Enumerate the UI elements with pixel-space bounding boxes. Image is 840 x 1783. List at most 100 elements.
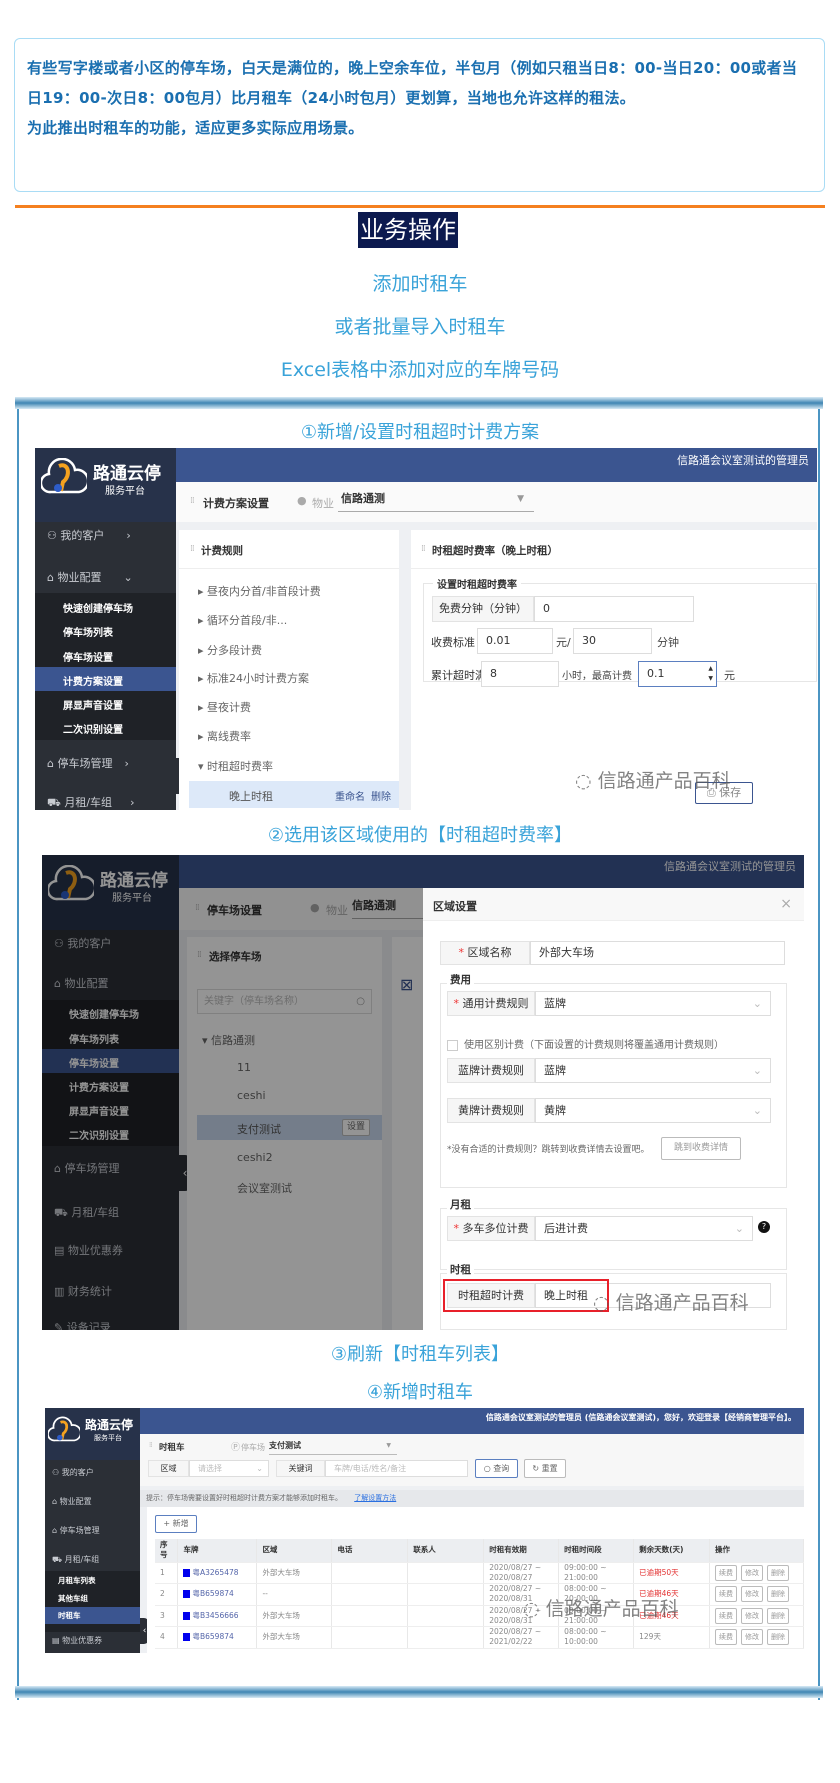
property-select[interactable]: 信路通测 ▼ (338, 488, 534, 512)
keyword-input[interactable]: 车牌/电话/姓名/备注 (325, 1460, 468, 1477)
submenu-item-other-groups[interactable]: 其他车组 (58, 1593, 88, 1604)
submenu-item-secondary-recognition[interactable]: 二次识别设置 (63, 721, 123, 736)
cell-plate: 粤A3265478 (177, 1562, 258, 1584)
label-text: 区域名称 (467, 946, 512, 959)
rename-link[interactable]: 重命名 (335, 788, 365, 803)
area-name-label: * 区域名称 (440, 941, 530, 965)
cell-actions: 续费 修改 删除 (709, 1562, 804, 1584)
reset-button[interactable]: ↻ 重置 (524, 1459, 566, 1478)
blue-rule-select[interactable]: 蓝牌 ⌄ (535, 1058, 771, 1083)
renew-button[interactable]: 续费 (715, 1629, 738, 1646)
edit-button[interactable]: 修改 (741, 1586, 764, 1603)
diff-billing-checkbox[interactable]: 使用区别计费（下面设置的计费规则将覆盖通用计费规则） (447, 1036, 724, 1051)
parking-select[interactable]: 支付测试 ▼ (269, 1438, 397, 1455)
area-name-input[interactable]: 外部大车场 (530, 941, 785, 965)
area-filter-select[interactable]: 请选择 ⌄ (189, 1460, 269, 1477)
frame-bottom-bar (15, 1686, 823, 1698)
general-rule-select[interactable]: 蓝牌 ⌄ (535, 991, 771, 1016)
watermark: ◌ 信路通产品百科 (523, 1594, 679, 1621)
cell-plate: 粤B659874 (177, 1583, 258, 1606)
select-value: 蓝牌 (544, 1064, 566, 1077)
active-rule-row[interactable]: 晚上时租 重命名 删除 (189, 781, 399, 808)
close-icon[interactable]: × (780, 896, 792, 912)
rule-item-expanded[interactable]: ▾ 时租超时费率 (198, 758, 273, 774)
cell-area: 外部大车场 (256, 1626, 333, 1649)
search-icon: ○ (483, 1464, 491, 1473)
table-row: 2 粤B659874 -- 2020/08/27 ~ 2020/08/31 08:00:… (155, 1583, 804, 1606)
max-charge-input[interactable]: 0.1 ▲ ▼ (638, 661, 717, 687)
search-button[interactable]: ○ 查询 (475, 1459, 518, 1478)
chevron-down-icon: ⌄ (752, 1104, 762, 1117)
delete-button[interactable]: 删除 (767, 1564, 790, 1581)
submenu-item-quick-create[interactable]: 快速创建停车场 (63, 600, 133, 615)
multi-car-select[interactable]: 后进计费 ⌄ (535, 1216, 753, 1241)
standard-minutes-input[interactable]: 30 (573, 628, 652, 654)
accumulated-hours-input[interactable]: 8 (481, 661, 559, 687)
submenu-item-billing-plan[interactable]: 计费方案设置 (63, 673, 123, 688)
blue-rule-label: 蓝牌计费规则 (447, 1058, 535, 1083)
edit-button[interactable]: 修改 (741, 1607, 764, 1624)
rule-item[interactable]: ▸ 离线费率 (198, 728, 251, 744)
sidebar-item-customers[interactable]: ⚇ 我的客户 (52, 1467, 94, 1478)
column-header[interactable]: 剩余天数(天) (633, 1539, 711, 1563)
rule-item[interactable]: ▸ 昼夜内分首/非首段计费 (198, 583, 321, 599)
standard-label: 收费标准 (431, 636, 475, 649)
renew-button[interactable]: 续费 (715, 1586, 738, 1603)
highlight-box (443, 1279, 609, 1312)
plate-number: 粤B3456666 (192, 1610, 239, 1620)
jump-to-fee-details-button[interactable]: 跳到收费详情 (661, 1137, 741, 1160)
renew-button[interactable]: 续费 (715, 1607, 738, 1624)
cell-time: 08:00:00 ~ 10:00:00 (558, 1626, 635, 1649)
submenu-item-display-sound[interactable]: 屏显声音设置 (63, 697, 123, 712)
rule-item[interactable]: ▸ 循环分首段/非... (198, 612, 287, 628)
standard-amount-input[interactable]: 0.01 (477, 628, 553, 654)
sidebar-item-parking-management[interactable]: ⌂ 停车场管理 › (47, 755, 129, 771)
cell-period: 2020/08/27 ~ 2021/02/22 (483, 1626, 560, 1649)
sidebar-item-monthly[interactable]: ⛟ 月租/车组 (52, 1554, 99, 1565)
submenu-item-parking-settings[interactable]: 停车场设置 (63, 649, 113, 664)
learn-settings-link[interactable]: 了解设置方法 (354, 1494, 396, 1502)
free-minutes-input[interactable]: 0 (534, 596, 694, 622)
yellow-rule-select[interactable]: 黄牌 ⌄ (535, 1098, 771, 1123)
submenu-item-parking-list[interactable]: 停车场列表 (63, 624, 113, 639)
brand-sub: 服务平台 (105, 486, 145, 497)
checkbox-icon[interactable] (447, 1039, 458, 1051)
plate-color-icon (183, 1633, 191, 1642)
delete-button[interactable]: 删除 (767, 1629, 790, 1646)
sidebar-item-coupon[interactable]: ▤ 物业优惠券 (52, 1635, 102, 1646)
spinner-icon[interactable]: ▲ ▼ (708, 664, 713, 684)
menu-label: 物业优惠券 (62, 1636, 103, 1645)
delete-link[interactable]: 删除 (371, 788, 391, 803)
wechat-icon: ◌ (575, 770, 592, 792)
tip-text: 提示：停车场需要设置好时租超时计费方案才能够添加时租车。 (146, 1494, 342, 1502)
table-row: 1 粤A3265478 外部大车场 2020/08/27 ~ 2020/08/27 09… (155, 1562, 804, 1584)
submenu-item-monthly-list[interactable]: 月租车列表 (58, 1575, 96, 1586)
delete-button[interactable]: 删除 (767, 1607, 790, 1624)
cell-actions: 续费 修改 删除 (709, 1583, 804, 1606)
delete-button[interactable]: 删除 (767, 1586, 790, 1603)
rule-item[interactable]: ▸ 昼夜计费 (198, 699, 251, 715)
caption-1: ①新增/设置时租超时计费方案 (300, 422, 540, 443)
sidebar-item-parking-management[interactable]: ⌂ 停车场管理 (52, 1525, 100, 1536)
page-title: 时租车 (159, 1443, 185, 1453)
edit-button[interactable]: 修改 (741, 1629, 764, 1646)
rule-item[interactable]: ▸ 分多段计费 (198, 642, 262, 658)
rule-item[interactable]: ▸ 标准24小时计费方案 (198, 670, 309, 686)
frame-top-bar (15, 397, 823, 409)
sidebar-item-property[interactable]: ⌂ 物业配置 (52, 1496, 92, 1507)
rule-label: 标准24小时计费方案 (207, 672, 310, 685)
edit-button[interactable]: 修改 (741, 1564, 764, 1581)
sidebar-item-property[interactable]: ⌂ 物业配置 ⌄ (47, 569, 133, 585)
renew-button[interactable]: 续费 (715, 1564, 738, 1581)
free-minutes-label: 免费分钟（分钟） (432, 596, 534, 622)
top-bar: 信路通会议室测试的管理员 (信路通会议室测试)，您好，欢迎登录【经销商管理平台】… (140, 1408, 804, 1434)
brand-sub: 服务平台 (94, 1434, 122, 1442)
sidebar-item-customers[interactable]: ⚇ 我的客户 › (47, 527, 131, 543)
help-icon[interactable]: ? (758, 1221, 770, 1233)
sidebar-item-monthly[interactable]: ⛟ 月租/车组 › (47, 794, 134, 810)
step-text-2: 或者批量导入时租车 (334, 316, 506, 338)
add-hourly-car-button[interactable]: + 新增 (155, 1515, 197, 1533)
select-value: 后进计费 (544, 1222, 588, 1235)
rule-label: 离线费率 (207, 730, 252, 743)
submenu-item-hourly-car[interactable]: 时租车 (58, 1610, 81, 1621)
